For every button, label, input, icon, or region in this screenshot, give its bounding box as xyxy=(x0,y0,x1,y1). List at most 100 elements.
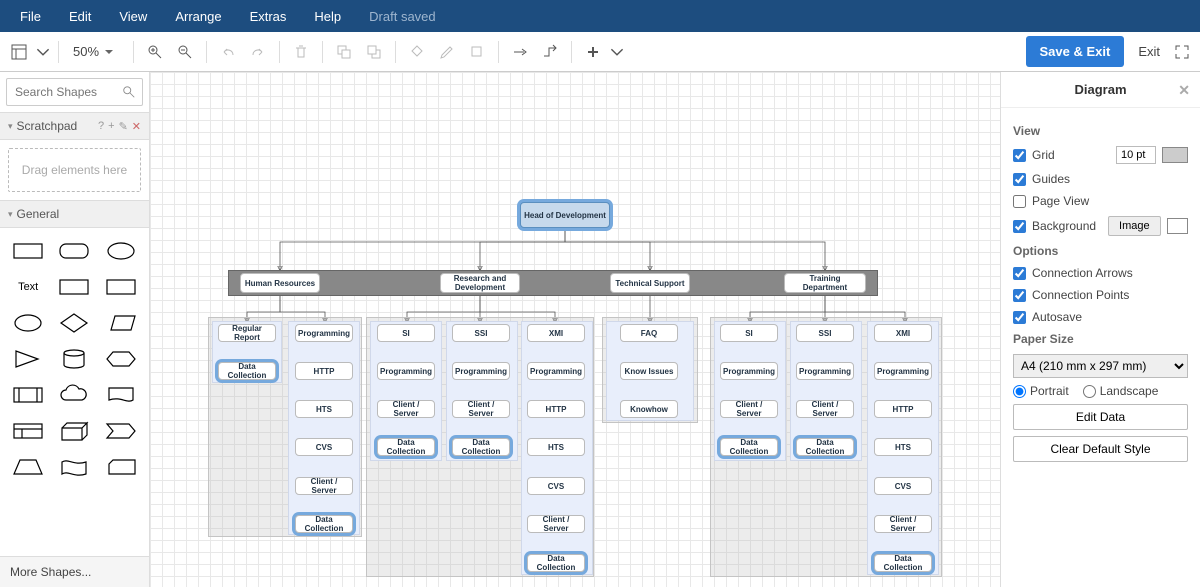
node[interactable]: Regular Report xyxy=(218,324,276,342)
shape-ellipse2[interactable] xyxy=(8,308,48,338)
node[interactable]: FAQ xyxy=(620,324,678,342)
background-checkbox[interactable] xyxy=(1013,220,1026,233)
node[interactable]: Programming xyxy=(295,324,353,342)
zoom-selector[interactable]: 50% xyxy=(67,44,125,59)
redo-button[interactable] xyxy=(245,39,271,65)
node[interactable]: Client / Server xyxy=(527,515,585,533)
shape-roundrect[interactable] xyxy=(54,236,94,266)
node[interactable]: Client / Server xyxy=(874,515,932,533)
help-icon[interactable]: ? xyxy=(98,120,104,133)
node[interactable]: XMI xyxy=(527,324,585,342)
image-button[interactable]: Image xyxy=(1108,216,1161,236)
zoom-in-button[interactable] xyxy=(142,39,168,65)
shape-card[interactable] xyxy=(101,452,141,482)
node[interactable]: Client / Server xyxy=(295,477,353,495)
conn-arrows-checkbox[interactable] xyxy=(1013,267,1026,280)
edit-icon[interactable]: ✎ xyxy=(119,120,128,133)
grid-color[interactable] xyxy=(1162,147,1188,163)
shape-cylinder[interactable] xyxy=(54,344,94,374)
node[interactable]: Data Collection xyxy=(452,438,510,456)
node[interactable]: Client / Server xyxy=(452,400,510,418)
node[interactable]: HTTP xyxy=(874,400,932,418)
shape-process[interactable] xyxy=(8,380,48,410)
shape-hexagon[interactable] xyxy=(101,344,141,374)
scratchpad-drop[interactable]: Drag elements here xyxy=(8,148,141,192)
node[interactable]: Data Collection xyxy=(720,438,778,456)
scratchpad-header[interactable]: Scratchpad ? + ✎ ✕ xyxy=(0,112,149,140)
conn-points-checkbox[interactable] xyxy=(1013,289,1026,302)
dropdown-icon[interactable] xyxy=(36,39,50,65)
shape-step[interactable] xyxy=(101,416,141,446)
node[interactable]: Programming xyxy=(796,362,854,380)
shape-internal[interactable] xyxy=(8,416,48,446)
menu-view[interactable]: View xyxy=(107,3,159,30)
grid-size-input[interactable] xyxy=(1116,146,1156,164)
shape-cloud[interactable] xyxy=(54,380,94,410)
node-dept-rd[interactable]: Research and Development xyxy=(440,273,520,293)
autosave-checkbox[interactable] xyxy=(1013,311,1026,324)
node[interactable]: SSI xyxy=(796,324,854,342)
node[interactable]: CVS xyxy=(527,477,585,495)
shape-ellipse[interactable] xyxy=(101,236,141,266)
menu-extras[interactable]: Extras xyxy=(238,3,299,30)
node[interactable]: Know Issues xyxy=(620,362,678,380)
pageview-checkbox[interactable] xyxy=(1013,195,1026,208)
node[interactable]: HTTP xyxy=(295,362,353,380)
shape-text[interactable]: Text xyxy=(8,272,48,302)
node[interactable]: Data Collection xyxy=(377,438,435,456)
node-dept-tr[interactable]: Training Department xyxy=(784,273,866,293)
shape-rect[interactable] xyxy=(8,236,48,266)
dept-bar[interactable] xyxy=(228,270,878,296)
node[interactable]: HTS xyxy=(527,438,585,456)
node[interactable]: Client / Server xyxy=(377,400,435,418)
node[interactable]: Client / Server xyxy=(796,400,854,418)
shape-document[interactable] xyxy=(101,380,141,410)
node[interactable]: Programming xyxy=(452,362,510,380)
exit-link[interactable]: Exit xyxy=(1128,44,1170,59)
fullscreen-icon[interactable] xyxy=(1174,44,1190,60)
grid-checkbox[interactable] xyxy=(1013,149,1026,162)
connection-button[interactable] xyxy=(507,39,533,65)
shape-rect3[interactable] xyxy=(101,272,141,302)
zoom-out-button[interactable] xyxy=(172,39,198,65)
node[interactable]: SI xyxy=(720,324,778,342)
clear-style-button[interactable]: Clear Default Style xyxy=(1013,436,1188,462)
waypoint-button[interactable] xyxy=(537,39,563,65)
node-head[interactable]: Head of Development xyxy=(520,202,610,228)
node[interactable]: CVS xyxy=(295,438,353,456)
bg-color[interactable] xyxy=(1167,218,1188,234)
shape-parallelogram[interactable] xyxy=(101,308,141,338)
node[interactable]: XMI xyxy=(874,324,932,342)
delete-button[interactable] xyxy=(288,39,314,65)
undo-button[interactable] xyxy=(215,39,241,65)
node[interactable]: Data Collection xyxy=(527,554,585,572)
save-exit-button[interactable]: Save & Exit xyxy=(1026,36,1125,67)
add-icon[interactable]: + xyxy=(108,120,114,133)
menu-file[interactable]: File xyxy=(8,3,53,30)
guides-checkbox[interactable] xyxy=(1013,173,1026,186)
node[interactable]: Data Collection xyxy=(874,554,932,572)
node[interactable]: HTTP xyxy=(527,400,585,418)
node-dept-hr[interactable]: Human Resources xyxy=(240,273,320,293)
portrait-radio[interactable] xyxy=(1013,385,1026,398)
shape-diamond[interactable] xyxy=(54,308,94,338)
node[interactable]: Data Collection xyxy=(796,438,854,456)
shape-triangle[interactable] xyxy=(8,344,48,374)
view-mode-button[interactable] xyxy=(6,39,32,65)
close-icon[interactable]: ✕ xyxy=(1178,82,1190,99)
node[interactable]: Data Collection xyxy=(218,362,276,380)
node[interactable]: SSI xyxy=(452,324,510,342)
node[interactable]: Programming xyxy=(720,362,778,380)
node[interactable]: HTS xyxy=(295,400,353,418)
landscape-radio[interactable] xyxy=(1083,385,1096,398)
shape-cube[interactable] xyxy=(54,416,94,446)
paper-size-select[interactable]: A4 (210 mm x 297 mm) xyxy=(1013,354,1188,378)
general-header[interactable]: General xyxy=(0,200,149,228)
shape-tape[interactable] xyxy=(54,452,94,482)
node[interactable]: Knowhow xyxy=(620,400,678,418)
to-front-button[interactable] xyxy=(331,39,357,65)
line-color-button[interactable] xyxy=(434,39,460,65)
edit-data-button[interactable]: Edit Data xyxy=(1013,404,1188,430)
fill-color-button[interactable] xyxy=(404,39,430,65)
shadow-button[interactable] xyxy=(464,39,490,65)
